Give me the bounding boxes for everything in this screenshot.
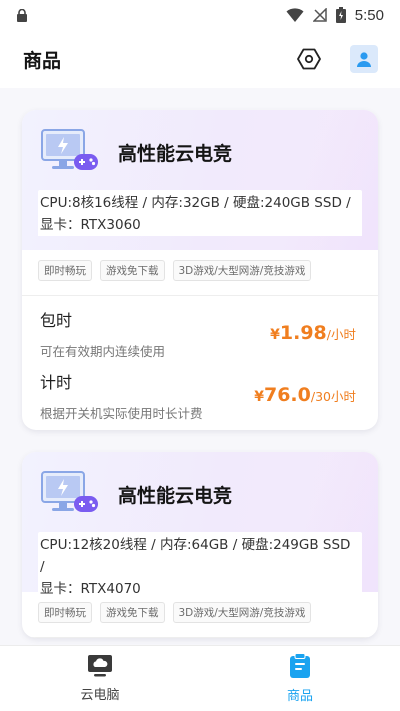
settings-hexagon-icon bbox=[297, 48, 321, 70]
settings-button[interactable] bbox=[296, 46, 322, 72]
price-amount: 76.0 bbox=[263, 384, 311, 406]
price-unit: /30小时 bbox=[310, 389, 356, 404]
price-unit: /小时 bbox=[326, 327, 356, 342]
divider bbox=[22, 637, 378, 638]
feature-tag: 3D游戏/大型网游/竞技游戏 bbox=[172, 260, 312, 281]
feature-tag: 游戏免下载 bbox=[100, 602, 165, 623]
user-profile-button[interactable] bbox=[350, 45, 378, 73]
tab-products[interactable]: 商品 bbox=[200, 646, 400, 711]
product-list[interactable]: 高性能云电竞 CPU:8核16线程 / 内存:32GB / 硬盘:240GB S… bbox=[0, 88, 400, 645]
tab-label: 商品 bbox=[286, 689, 313, 704]
pricing-plan-hourly[interactable]: 包时 可在有效期内连续使用 ¥1.98/小时 bbox=[22, 296, 378, 359]
plan-name: 包时 bbox=[40, 310, 73, 330]
product-card-header: 高性能云电竞 CPU:12核20线程 / 内存:64GB / 硬盘:249GB … bbox=[22, 452, 378, 600]
cloud-gaming-pc-icon bbox=[41, 129, 98, 170]
wifi-icon bbox=[286, 8, 304, 22]
cloud-pc-icon bbox=[88, 655, 112, 677]
product-title: 高性能云电竞 bbox=[118, 142, 233, 165]
plan-name: 计时 bbox=[40, 372, 73, 392]
product-tags: 即时畅玩 游戏免下载 3D游戏/大型网游/竞技游戏 bbox=[22, 250, 378, 281]
plan-description: 根据开关机实际使用时长计费 bbox=[40, 405, 203, 421]
user-icon bbox=[357, 52, 371, 67]
feature-tag: 即时畅玩 bbox=[38, 260, 92, 281]
clipboard-icon bbox=[290, 653, 310, 678]
bottom-navigation: 云电脑 商品 bbox=[0, 645, 400, 711]
feature-tag: 游戏免下载 bbox=[100, 260, 165, 281]
feature-tag: 即时畅玩 bbox=[38, 602, 92, 623]
product-specs: CPU:12核20线程 / 内存:64GB / 硬盘:249GB SSD / 显… bbox=[38, 532, 362, 600]
price-currency: ¥ bbox=[270, 327, 280, 343]
feature-tag: 3D游戏/大型网游/竞技游戏 bbox=[172, 602, 312, 623]
page-title: 商品 bbox=[23, 49, 62, 72]
plan-price: ¥1.98/小时 bbox=[270, 322, 356, 344]
product-card[interactable]: 高性能云电竞 CPU:8核16线程 / 内存:32GB / 硬盘:240GB S… bbox=[22, 110, 378, 430]
cloud-gaming-pc-icon bbox=[41, 471, 98, 512]
product-card-header: 高性能云电竞 CPU:8核16线程 / 内存:32GB / 硬盘:240GB S… bbox=[22, 110, 378, 250]
specs-line: 显卡：RTX4070 bbox=[40, 581, 141, 597]
product-card[interactable]: 高性能云电竞 CPU:12核20线程 / 内存:64GB / 硬盘:249GB … bbox=[22, 452, 378, 638]
specs-line: CPU:8核16线程 / 内存:32GB / 硬盘:240GB SSD / bbox=[40, 195, 351, 211]
product-title: 高性能云电竞 bbox=[118, 484, 233, 507]
price-currency: ¥ bbox=[254, 389, 264, 405]
no-signal-icon bbox=[312, 8, 327, 22]
lock-icon bbox=[17, 8, 27, 22]
specs-line: CPU:12核20线程 / 内存:64GB / 硬盘:249GB SSD / bbox=[40, 537, 351, 575]
plan-description: 可在有效期内连续使用 bbox=[40, 343, 166, 359]
status-time: 5:50 bbox=[354, 6, 384, 24]
product-specs: CPU:8核16线程 / 内存:32GB / 硬盘:240GB SSD / 显卡… bbox=[38, 190, 362, 236]
battery-icon bbox=[335, 7, 346, 23]
tab-label: 云电脑 bbox=[80, 688, 120, 703]
pricing-plan-metered[interactable]: 计时 根据开关机实际使用时长计费 ¥76.0/30小时 bbox=[22, 358, 378, 430]
tab-cloud-pc[interactable]: 云电脑 bbox=[0, 646, 200, 711]
status-bar: 5:50 bbox=[0, 0, 400, 30]
price-amount: 1.98 bbox=[279, 322, 327, 344]
plan-price: ¥76.0/30小时 bbox=[254, 384, 356, 406]
specs-line: 显卡：RTX3060 bbox=[40, 217, 141, 233]
app-bar: 商品 bbox=[0, 30, 400, 88]
